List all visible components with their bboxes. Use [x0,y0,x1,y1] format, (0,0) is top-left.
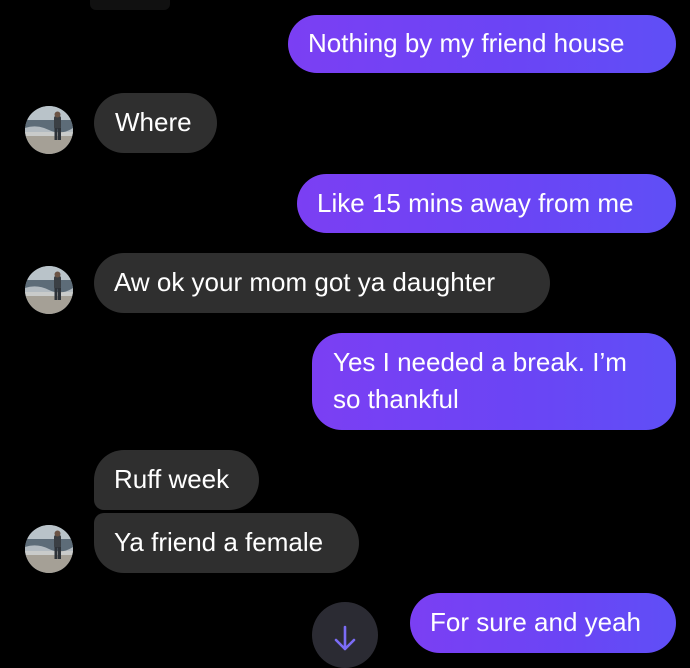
message-text: Ruff week [114,464,230,494]
message-bubble-received[interactable]: Ya friend a female [94,513,359,573]
message-bubble-received[interactable]: Where [94,93,217,153]
message-text: For sure and yeah [430,607,642,637]
message-bubble-received[interactable]: Ruff week [94,450,259,510]
message-text: Where [115,107,192,137]
message-bubble-received[interactable]: Aw ok your mom got ya daughter [94,253,550,313]
message-bubble-sent[interactable]: For sure and yeah [410,593,676,653]
message-text-line-1: Yes I needed a break. I’m [333,347,627,377]
message-text: Like 15 mins away from me [317,188,634,218]
message-bubble-sent[interactable]: Yes I needed a break. I’m so thankful [312,333,676,430]
scroll-to-bottom-button[interactable] [312,602,378,668]
message-text: Ya friend a female [114,527,324,557]
message-text-line-2: so thankful [333,384,459,414]
contact-photo-icon [25,106,73,154]
message-bubble-sent[interactable]: Nothing by my friend house [288,15,676,73]
previous-item-fragment [90,0,170,10]
arrow-down-icon [334,625,356,651]
contact-photo-icon [25,266,73,314]
contact-photo-icon [25,525,73,573]
contact-avatar[interactable] [25,525,73,573]
message-text: Nothing by my friend house [308,28,625,58]
message-text: Aw ok your mom got ya daughter [114,267,496,297]
contact-avatar[interactable] [25,106,73,154]
message-bubble-sent[interactable]: Like 15 mins away from me [297,174,676,233]
contact-avatar[interactable] [25,266,73,314]
